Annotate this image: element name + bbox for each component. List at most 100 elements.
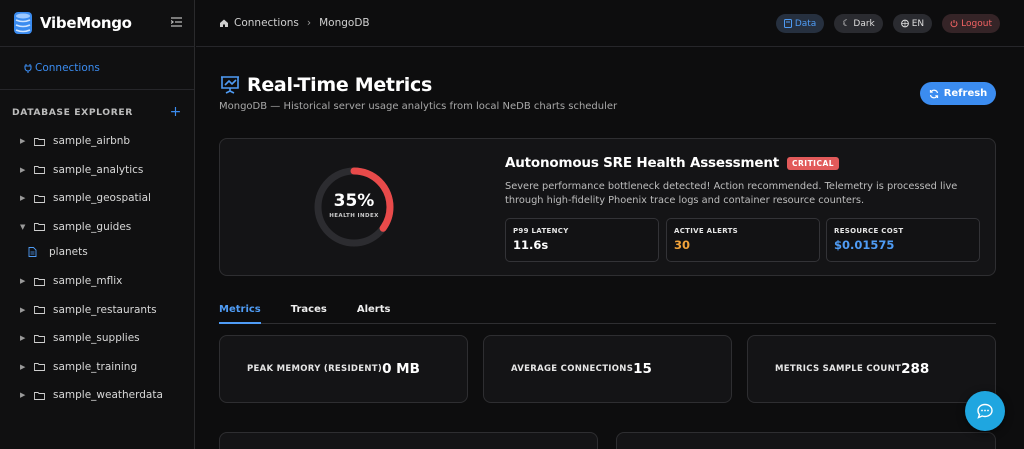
chart-card bbox=[219, 432, 598, 449]
caret-right-icon[interactable]: ▶ bbox=[20, 363, 30, 371]
home-icon bbox=[220, 19, 228, 27]
caret-right-icon[interactable]: ▶ bbox=[20, 194, 30, 202]
database-name: sample_training bbox=[53, 360, 138, 373]
database-name: sample_guides bbox=[53, 220, 132, 233]
kpi-value: $0.01575 bbox=[834, 238, 895, 252]
sidebar-item-database[interactable]: ▶ sample_restaurants bbox=[0, 296, 194, 325]
chat-button[interactable] bbox=[965, 391, 1005, 431]
health-percent: 35% bbox=[333, 191, 375, 211]
chat-bubble-icon bbox=[977, 403, 993, 419]
plug-icon bbox=[24, 64, 32, 73]
database-name: sample_analytics bbox=[53, 163, 144, 176]
folder-icon bbox=[34, 391, 45, 400]
database-name: sample_supplies bbox=[53, 332, 140, 345]
language-label: EN bbox=[911, 18, 925, 29]
stat-label: PEAK MEMORY (RESIDENT) bbox=[247, 364, 383, 374]
collapse-sidebar-icon[interactable] bbox=[170, 16, 182, 30]
sidebar-item-database[interactable]: ▶ sample_airbnb bbox=[0, 127, 194, 156]
document-icon bbox=[28, 247, 43, 257]
database-name: sample_restaurants bbox=[53, 303, 157, 316]
database-name: sample_mflix bbox=[53, 275, 123, 288]
database-name: sample_airbnb bbox=[53, 135, 131, 148]
kpi-value: 11.6s bbox=[513, 238, 549, 252]
caret-right-icon[interactable]: ▶ bbox=[20, 137, 30, 145]
topbar: Connections › MongoDB Data ☾ Dark EN Log… bbox=[196, 0, 1024, 47]
folder-icon bbox=[34, 194, 45, 203]
stat-average-connections: AVERAGE CONNECTIONS 15 bbox=[483, 335, 732, 403]
power-icon bbox=[950, 20, 958, 28]
caret-right-icon[interactable]: ▶ bbox=[20, 334, 30, 342]
brand-name: VibeMongo bbox=[40, 14, 132, 32]
kpi-p99-latency: P99 LATENCY 11.6s bbox=[505, 218, 659, 262]
breadcrumb-current: MongoDB bbox=[319, 17, 370, 29]
refresh-button[interactable]: Refresh bbox=[920, 82, 996, 105]
status-badge: CRITICAL bbox=[787, 156, 840, 170]
assessment-description: Severe performance bottleneck detected! … bbox=[505, 181, 958, 206]
top-actions: Data ☾ Dark EN Logout bbox=[775, 14, 1000, 33]
folder-icon bbox=[34, 222, 45, 232]
stat-value: 15 bbox=[633, 361, 652, 377]
sidebar-item-database[interactable]: ▶ sample_supplies bbox=[0, 324, 194, 353]
stat-label: METRICS SAMPLE COUNT bbox=[775, 364, 902, 374]
page-subtitle: MongoDB — Historical server usage analyt… bbox=[219, 101, 618, 112]
health-index-label: HEALTH INDEX bbox=[329, 213, 379, 219]
kpi-value: 30 bbox=[674, 238, 691, 252]
caret-right-icon[interactable]: ▶ bbox=[20, 166, 30, 174]
caret-down-icon[interactable]: ▼ bbox=[20, 223, 30, 231]
database-name: sample_geospatial bbox=[53, 192, 151, 205]
page-title: Real-Time Metrics bbox=[247, 74, 432, 96]
caret-right-icon[interactable]: ▶ bbox=[20, 306, 30, 314]
refresh-label: Refresh bbox=[943, 88, 988, 99]
sidebar-item-database[interactable]: ▶ sample_weatherdata bbox=[0, 381, 194, 410]
page-header: Real-Time Metrics bbox=[219, 74, 432, 96]
sidebar-item-database[interactable]: ▶ sample_geospatial bbox=[0, 184, 194, 213]
language-selector[interactable]: EN bbox=[892, 14, 933, 33]
sidebar-item-label: Connections bbox=[35, 62, 100, 74]
caret-right-icon[interactable]: ▶ bbox=[20, 391, 30, 399]
tab-alerts[interactable]: Alerts bbox=[357, 296, 391, 324]
logout-label: Logout bbox=[961, 18, 992, 29]
breadcrumb: Connections › MongoDB bbox=[219, 17, 370, 29]
sidebar-item-collection[interactable]: planets bbox=[0, 241, 194, 263]
database-logo-icon bbox=[12, 11, 34, 35]
sidebar: VibeMongo Connections DATABASE EXPLORER … bbox=[0, 0, 195, 449]
tab-metrics[interactable]: Metrics bbox=[219, 296, 261, 324]
health-gauge: 35% HEALTH INDEX bbox=[312, 165, 396, 249]
database-explorer-header: DATABASE EXPLORER + bbox=[0, 104, 194, 120]
assessment-title-text: Autonomous SRE Health Assessment bbox=[505, 155, 779, 171]
kpi-label: P99 LATENCY bbox=[513, 227, 569, 235]
folder-icon bbox=[34, 277, 45, 286]
sidebar-item-database[interactable]: ▶ sample_training bbox=[0, 353, 194, 382]
explorer-title: DATABASE EXPLORER bbox=[12, 106, 133, 118]
folder-icon bbox=[34, 334, 45, 343]
caret-right-icon[interactable]: ▶ bbox=[20, 277, 30, 285]
globe-icon bbox=[900, 19, 909, 28]
database-name: sample_weatherdata bbox=[53, 389, 163, 402]
data-button[interactable]: Data bbox=[775, 14, 825, 33]
sidebar-item-connections[interactable]: Connections bbox=[0, 47, 194, 90]
folder-icon bbox=[34, 362, 45, 372]
folder-icon bbox=[34, 305, 45, 315]
sidebar-item-database[interactable]: ▼ sample_guides bbox=[0, 213, 194, 242]
add-database-button[interactable]: + bbox=[170, 104, 182, 120]
folder-icon bbox=[34, 165, 45, 175]
collection-name: planets bbox=[49, 246, 88, 258]
sidebar-item-database[interactable]: ▶ sample_analytics bbox=[0, 156, 194, 185]
data-button-label: Data bbox=[794, 18, 817, 29]
theme-toggle[interactable]: ☾ Dark bbox=[834, 14, 883, 33]
kpi-label: RESOURCE COST bbox=[834, 227, 904, 235]
kpi-resource-cost: RESOURCE COST $0.01575 bbox=[826, 218, 980, 262]
breadcrumb-root[interactable]: Connections bbox=[234, 17, 299, 29]
refresh-icon bbox=[929, 89, 938, 98]
book-icon bbox=[783, 19, 792, 28]
sidebar-item-database[interactable]: ▶ sample_mflix bbox=[0, 267, 194, 296]
database-list: ▶ sample_airbnb ▶ sample_analytics ▶ sample_g… bbox=[0, 127, 194, 410]
stat-value: 288 bbox=[901, 361, 930, 377]
stat-metrics-sample-count: METRICS SAMPLE COUNT 288 bbox=[747, 335, 996, 403]
kpi-label: ACTIVE ALERTS bbox=[674, 227, 739, 235]
moon-icon: ☾ bbox=[842, 18, 851, 29]
logout-button[interactable]: Logout bbox=[942, 14, 1000, 33]
health-assessment-card: 35% HEALTH INDEX Autonomous SRE Health A… bbox=[219, 138, 996, 276]
tab-traces[interactable]: Traces bbox=[291, 296, 327, 324]
kpi-active-alerts: ACTIVE ALERTS 30 bbox=[666, 218, 820, 262]
